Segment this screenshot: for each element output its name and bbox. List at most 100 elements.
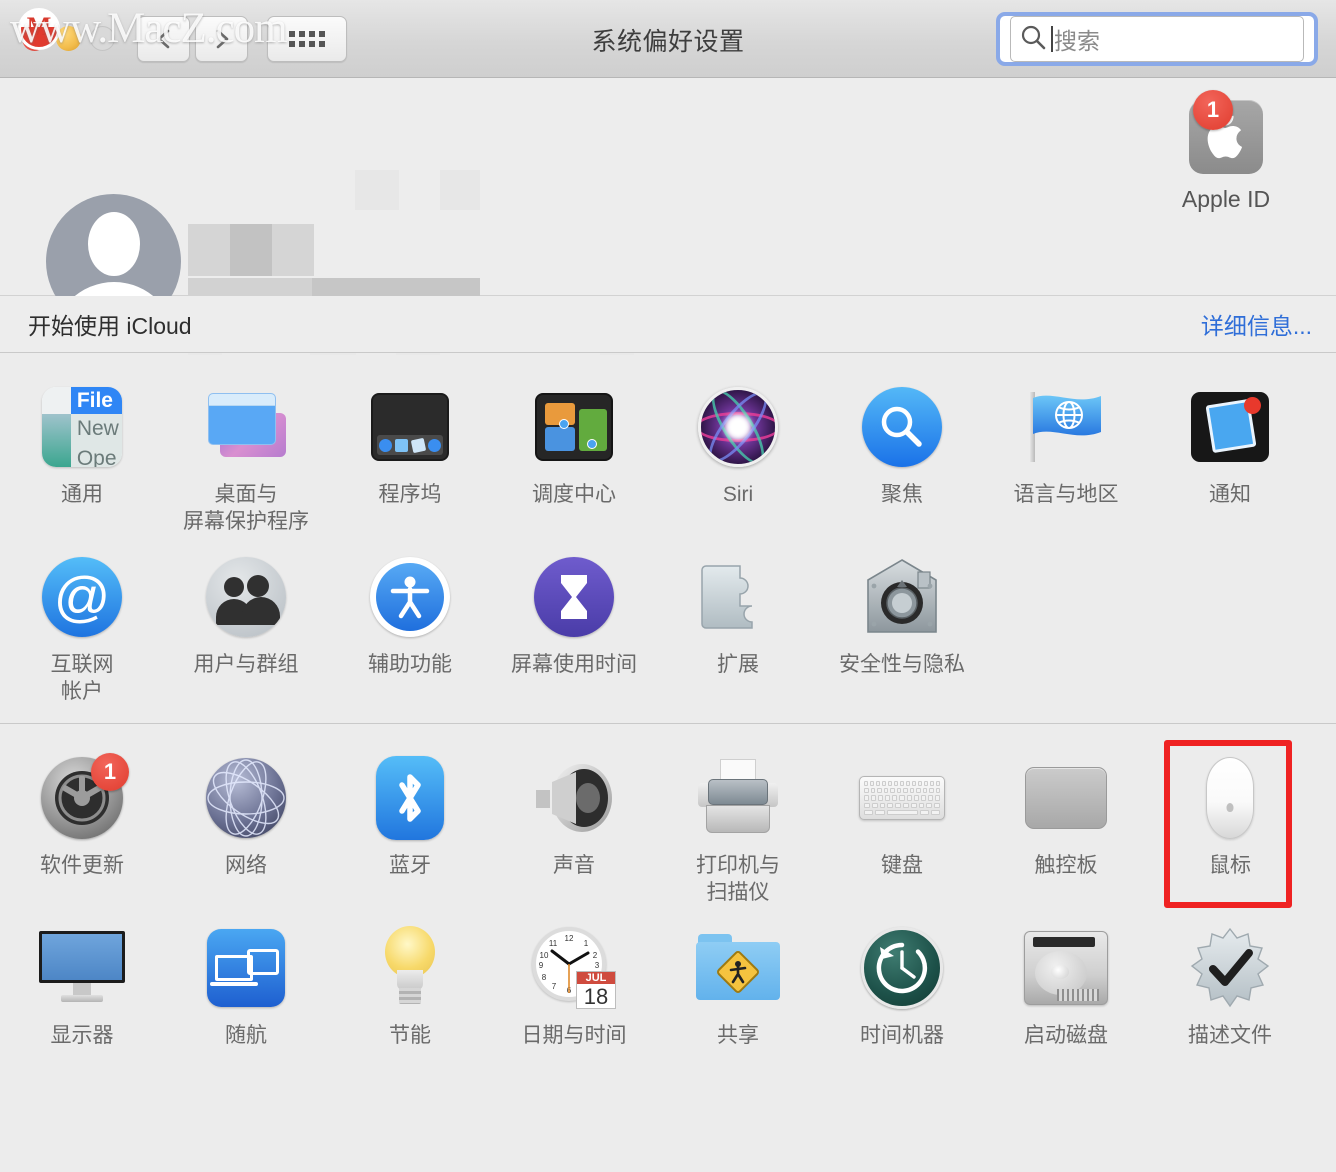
mission-control-icon <box>528 381 620 473</box>
zoom-button[interactable] <box>90 26 115 51</box>
pref-tile-label: 节能 <box>389 1024 431 1047</box>
pref-tile-language-region[interactable]: 语言与地区 <box>984 375 1148 545</box>
pref-tile-label: 桌面与 屏幕保护程序 <box>183 483 309 533</box>
extensions-icon <box>692 551 784 643</box>
grid-icon <box>289 30 325 47</box>
icloud-label: 开始使用 iCloud <box>28 313 192 339</box>
pref-tile-label: 通知 <box>1209 483 1251 506</box>
preferences-section-hardware: 1 软件更新 网络 蓝牙 声音 打印机与 扫描仪 键盘 触控板 鼠标 显示器 随… <box>0 723 1336 1067</box>
pref-tile-software-update[interactable]: 1 软件更新 <box>0 746 164 916</box>
pref-tile-siri[interactable]: Siri <box>656 375 820 545</box>
pref-tile-energy-saver[interactable]: 节能 <box>328 916 492 1059</box>
language-region-icon <box>1020 381 1112 473</box>
pref-tile-mouse[interactable]: 鼠标 <box>1148 740 1312 916</box>
pref-tile-startup-disk[interactable]: 启动磁盘 <box>984 916 1148 1059</box>
notifications-icon <box>1184 381 1276 473</box>
pref-tile-internet-accounts[interactable]: @ 互联网 帐户 <box>0 545 164 715</box>
pref-tile-keyboard[interactable]: 键盘 <box>820 746 984 916</box>
pref-tile-label: 随航 <box>225 1024 267 1047</box>
status-badge: 1 <box>1193 90 1233 130</box>
security-privacy-icon <box>856 551 948 643</box>
calendar-month: JUL <box>577 972 615 984</box>
sidecar-icon <box>200 922 292 1014</box>
pref-tile-general[interactable]: File New Ope 通用 <box>0 375 164 545</box>
pref-tile-printers-scanners[interactable]: 打印机与 扫描仪 <box>656 746 820 916</box>
pref-tile-date-time[interactable]: 1212 345 678 91011 JUL 18 日 <box>492 916 656 1059</box>
redacted-block <box>272 224 314 276</box>
pref-tile-label: 时间机器 <box>860 1024 944 1047</box>
svg-text:8: 8 <box>542 973 547 982</box>
pref-tile-label: 安全性与隐私 <box>839 653 965 676</box>
apple-id-label: Apple ID <box>1181 186 1271 212</box>
pref-tile-users-groups[interactable]: 用户与群组 <box>164 545 328 715</box>
pref-tile-displays[interactable]: 显示器 <box>0 916 164 1059</box>
pref-tile-security-privacy[interactable]: 安全性与隐私 <box>820 545 984 715</box>
profiles-icon <box>1184 922 1276 1014</box>
search-icon <box>1019 23 1047 56</box>
preferences-row: @ 互联网 帐户 用户与群组 辅助功能 屏幕使用时间 扩展 安全性与隐私 <box>0 545 1336 715</box>
text-cursor <box>1051 26 1053 52</box>
pref-tile-screen-time[interactable]: 屏幕使用时间 <box>492 545 656 715</box>
pref-tile-label: 软件更新 <box>40 854 124 877</box>
general-icon: File New Ope <box>36 381 128 473</box>
pref-tile-time-machine[interactable]: 时间机器 <box>820 916 984 1059</box>
pref-tile-label: 触控板 <box>1034 854 1098 877</box>
apple-id-tile[interactable]: 1 Apple ID <box>1146 90 1306 213</box>
window-titlebar: 系统偏好设置 M www.MacZ.com 搜索 <box>0 0 1336 78</box>
pref-tile-label: 打印机与 扫描仪 <box>696 854 780 904</box>
minimize-button[interactable] <box>56 26 81 51</box>
svg-text:12: 12 <box>565 934 574 943</box>
pref-tile-spotlight[interactable]: 聚焦 <box>820 375 984 545</box>
back-arrow-icon <box>153 28 175 50</box>
svg-text:7: 7 <box>552 982 557 991</box>
accessibility-icon <box>364 551 456 643</box>
pref-tile-network[interactable]: 网络 <box>164 746 328 916</box>
pref-tile-accessibility[interactable]: 辅助功能 <box>328 545 492 715</box>
keyboard-icon <box>856 752 948 844</box>
pref-tile-label: 用户与群组 <box>193 653 299 676</box>
spotlight-icon <box>856 381 948 473</box>
mouse-icon <box>1184 752 1276 844</box>
pref-tile-extensions[interactable]: 扩展 <box>656 545 820 715</box>
preferences-row: 显示器 随航 节能 1212 345 <box>0 916 1336 1059</box>
navigation-buttons <box>137 15 347 62</box>
forward-button[interactable] <box>195 15 248 62</box>
svg-text:1: 1 <box>584 939 589 948</box>
search-field-inner[interactable]: 搜索 <box>1010 16 1304 62</box>
pref-tile-label: 描述文件 <box>1188 1024 1272 1047</box>
search-field[interactable]: 搜索 <box>996 12 1318 66</box>
printers-scanners-icon <box>692 752 784 844</box>
close-button[interactable] <box>22 26 47 51</box>
icloud-details-link[interactable]: 详细信息... <box>1201 307 1312 341</box>
pref-tile-label: 键盘 <box>881 854 923 877</box>
pref-tile-label: 程序坞 <box>378 483 442 506</box>
sound-icon <box>528 752 620 844</box>
pref-tile-sidecar[interactable]: 随航 <box>164 916 328 1059</box>
back-button[interactable] <box>137 15 190 62</box>
redacted-block <box>440 170 480 210</box>
calendar-day: 18 <box>583 984 609 1009</box>
siri-icon <box>692 381 784 473</box>
pref-tile-profiles[interactable]: 描述文件 <box>1148 916 1312 1059</box>
pref-tile-notifications[interactable]: 通知 <box>1148 375 1312 545</box>
redacted-block <box>230 224 272 276</box>
pref-tile-label: 蓝牙 <box>389 854 431 877</box>
show-all-button[interactable] <box>267 15 347 62</box>
screen-time-icon <box>528 551 620 643</box>
pref-tile-label: Siri <box>722 483 754 506</box>
calendar-badge: JUL 18 <box>576 971 616 1009</box>
startup-disk-icon <box>1020 922 1112 1014</box>
pref-tile-bluetooth[interactable]: 蓝牙 <box>328 746 492 916</box>
pref-tile-sound[interactable]: 声音 <box>492 746 656 916</box>
pref-tile-dock[interactable]: 程序坞 <box>328 375 492 545</box>
status-badge: 1 <box>91 753 129 791</box>
pref-tile-desktop-screensaver[interactable]: 桌面与 屏幕保护程序 <box>164 375 328 545</box>
search-placeholder: 搜索 <box>1054 28 1100 54</box>
pref-tile-label: 互联网 帐户 <box>50 653 114 703</box>
pref-tile-label: 语言与地区 <box>1013 483 1119 506</box>
pref-tile-mission-control[interactable]: 调度中心 <box>492 375 656 545</box>
svg-text:3: 3 <box>595 961 600 970</box>
pref-tile-sharing[interactable]: 共享 <box>656 916 820 1059</box>
pref-tile-label: 网络 <box>225 854 267 877</box>
pref-tile-trackpad[interactable]: 触控板 <box>984 746 1148 916</box>
